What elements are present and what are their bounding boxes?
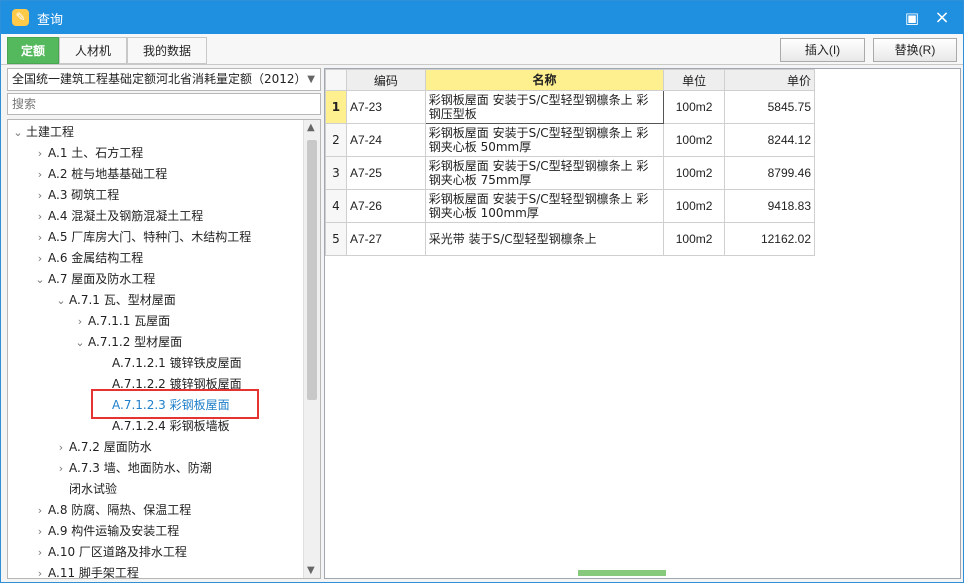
tree-item-a2[interactable]: › A.2 桩与地基基础工程 — [32, 164, 167, 184]
chevron-down-icon[interactable]: ⌄ — [53, 291, 69, 311]
tree-scrollbar[interactable]: ▲ ▼ — [303, 120, 320, 578]
quota-price: 9418.83 — [724, 189, 815, 223]
quota-name: 采光带 装于S/C型轻型钢檩条上 — [424, 222, 665, 256]
scroll-down-icon[interactable]: ▼ — [307, 565, 315, 576]
row-number-header — [325, 69, 347, 91]
quota-price: 8799.46 — [724, 156, 815, 190]
chevron-right-icon[interactable]: › — [32, 228, 48, 248]
quota-price: 5845.75 — [724, 90, 815, 124]
row-number: 3 — [325, 156, 347, 190]
chevron-right-icon[interactable]: › — [53, 438, 69, 458]
close-icon[interactable]: × — [933, 9, 951, 27]
column-header-unit-price[interactable]: 单价 — [724, 69, 815, 91]
column-header-code[interactable]: 编码 — [345, 69, 426, 91]
top-toolbar: 定额 人材机 我的数据 插入(I) 替换(R) — [1, 34, 963, 65]
quota-code: A7-23 — [345, 90, 426, 124]
table-row[interactable]: 5 A7-27 采光带 装于S/C型轻型钢檩条上 100m2 12162.02 — [325, 222, 815, 256]
query-dialog: ✎ 查询 ▣ × 定额 人材机 我的数据 插入(I) 替换(R) 全国统一建筑工… — [0, 0, 964, 583]
chevron-right-icon[interactable]: › — [32, 165, 48, 185]
row-number: 2 — [325, 123, 347, 157]
chevron-down-icon[interactable]: ▼ — [307, 69, 315, 90]
tab-my-data[interactable]: 我的数据 — [127, 37, 207, 64]
quota-name: 彩钢板屋面 安装于S/C型轻型钢檩条上 彩钢夹心板 75mm厚 — [424, 156, 665, 190]
tree-item-a5[interactable]: › A.5 厂库房大门、特种门、木结构工程 — [32, 227, 251, 247]
insert-button[interactable]: 插入(I) — [780, 38, 865, 62]
tree-item-a1[interactable]: › A.1 土、石方工程 — [32, 143, 143, 163]
quota-price: 12162.02 — [724, 222, 815, 256]
quota-unit: 100m2 — [663, 156, 726, 190]
tree-item-a6[interactable]: › A.6 金属结构工程 — [32, 248, 143, 268]
scroll-up-icon[interactable]: ▲ — [307, 122, 315, 133]
quota-name: 彩钢板屋面 安装于S/C型轻型钢檩条上 彩钢夹心板 100mm厚 — [424, 189, 665, 223]
chevron-right-icon[interactable]: › — [32, 186, 48, 206]
tree-item-a9[interactable]: › A.9 构件运输及安装工程 — [32, 521, 179, 541]
quota-price: 8244.12 — [724, 123, 815, 157]
chevron-right-icon[interactable]: › — [32, 207, 48, 227]
column-header-name[interactable]: 名称 — [424, 69, 665, 91]
tab-quota[interactable]: 定额 — [7, 37, 59, 64]
table-header-row: 编码 名称 单位 单价 — [325, 69, 815, 91]
tree-item-a7-1-2[interactable]: ⌄ A.7.1.2 型材屋面 — [72, 332, 182, 352]
scrollbar-thumb[interactable] — [307, 140, 317, 400]
quota-unit: 100m2 — [663, 189, 726, 223]
tree-item-a7-1-2-4[interactable]: A.7.1.2.4 彩钢板墙板 — [96, 416, 230, 436]
tree-item-a7-2[interactable]: › A.7.2 屋面防水 — [53, 437, 152, 457]
chevron-down-icon[interactable]: ⌄ — [32, 270, 48, 290]
quota-unit: 100m2 — [663, 90, 726, 124]
quota-code: A7-25 — [345, 156, 426, 190]
table-row[interactable]: 3 A7-25 彩钢板屋面 安装于S/C型轻型钢檩条上 彩钢夹心板 75mm厚 … — [325, 156, 815, 190]
tab-materials-labor-machinery[interactable]: 人材机 — [59, 37, 127, 64]
table-row[interactable]: 1 A7-23 彩钢板屋面 安装于S/C型轻型钢檩条上 彩钢压型板 100m2 … — [325, 90, 815, 124]
quota-results-table: 编码 名称 单位 单价 1 A7-23 彩钢板屋面 安装于S/C型轻型钢檩条上 … — [325, 69, 815, 256]
row-number: 5 — [325, 222, 347, 256]
table-row[interactable]: 2 A7-24 彩钢板屋面 安装于S/C型轻型钢檩条上 彩钢夹心板 50mm厚 … — [325, 123, 815, 157]
tree-item-a7-1[interactable]: ⌄ A.7.1 瓦、型材屋面 — [53, 290, 175, 311]
tree-item-a7[interactable]: ⌄ A.7 屋面及防水工程 — [32, 269, 155, 289]
tree-item-a11[interactable]: › A.11 脚手架工程 — [32, 563, 139, 578]
left-panel: 全国统一建筑工程基础定额河北省消耗量定额（2012） ▼ 搜索 ⌄ 土建工程 › A… — [7, 68, 321, 579]
row-number: 4 — [325, 189, 347, 223]
quota-unit: 100m2 — [663, 123, 726, 157]
search-input[interactable]: 搜索 — [7, 93, 321, 115]
row-number: 1 — [325, 90, 347, 124]
quota-library-select[interactable]: 全国统一建筑工程基础定额河北省消耗量定额（2012） ▼ — [7, 68, 321, 91]
chevron-right-icon[interactable]: › — [32, 543, 48, 563]
quota-code: A7-27 — [345, 222, 426, 256]
quota-results-panel: 编码 名称 单位 单价 1 A7-23 彩钢板屋面 安装于S/C型轻型钢檩条上 … — [324, 68, 961, 579]
tree-item-a4[interactable]: › A.4 混凝土及钢筋混凝土工程 — [32, 206, 203, 226]
tree-item-a8[interactable]: › A.8 防腐、隔热、保温工程 — [32, 500, 191, 520]
tree-item-civil-works[interactable]: ⌄ 土建工程 — [10, 122, 74, 142]
tree-item-a7-3[interactable]: › A.7.3 墙、地面防水、防潮 — [53, 458, 212, 478]
quota-library-value: 全国统一建筑工程基础定额河北省消耗量定额（2012） — [12, 72, 307, 86]
chevron-right-icon[interactable]: › — [72, 312, 88, 332]
replace-button[interactable]: 替换(R) — [873, 38, 957, 62]
chevron-right-icon[interactable]: › — [53, 459, 69, 479]
chevron-right-icon[interactable]: › — [32, 564, 48, 578]
table-row[interactable]: 4 A7-26 彩钢板屋面 安装于S/C型轻型钢檩条上 彩钢夹心板 100mm厚… — [325, 189, 815, 223]
quota-name: 彩钢板屋面 安装于S/C型轻型钢檩条上 彩钢夹心板 50mm厚 — [424, 123, 665, 157]
tree-item-a7-1-2-1[interactable]: A.7.1.2.1 镀锌铁皮屋面 — [96, 353, 242, 373]
window-title: 查询 — [37, 13, 64, 28]
panel-resize-handle[interactable] — [578, 570, 666, 576]
chevron-down-icon[interactable]: ⌄ — [72, 333, 88, 353]
app-logo-icon: ✎ — [12, 9, 29, 26]
quota-unit: 100m2 — [663, 222, 726, 256]
maximize-icon[interactable]: ▣ — [903, 9, 921, 27]
column-header-unit[interactable]: 单位 — [663, 69, 726, 91]
tree-item-a10[interactable]: › A.10 厂区道路及排水工程 — [32, 542, 187, 562]
highlight-box — [91, 389, 259, 419]
chevron-right-icon[interactable]: › — [32, 501, 48, 521]
chevron-down-icon[interactable]: ⌄ — [10, 123, 26, 143]
quota-name: 彩钢板屋面 安装于S/C型轻型钢檩条上 彩钢压型板 — [424, 90, 665, 124]
quota-tree: ⌄ 土建工程 › A.1 土、石方工程 › A.2 桩与地基基础工程 › A.3 砌筑工… — [7, 119, 321, 579]
chevron-right-icon[interactable]: › — [32, 249, 48, 269]
tree-item-a7-1-1[interactable]: › A.7.1.1 瓦屋面 — [72, 311, 170, 331]
tree-item-a3[interactable]: › A.3 砌筑工程 — [32, 185, 119, 205]
chevron-right-icon[interactable]: › — [32, 144, 48, 164]
title-bar[interactable]: ✎ 查询 ▣ × — [1, 1, 963, 34]
quota-code: A7-24 — [345, 123, 426, 157]
chevron-right-icon[interactable]: › — [32, 522, 48, 542]
quota-code: A7-26 — [345, 189, 426, 223]
tree-item-water-closing-test[interactable]: 闭水试验 — [53, 479, 117, 499]
